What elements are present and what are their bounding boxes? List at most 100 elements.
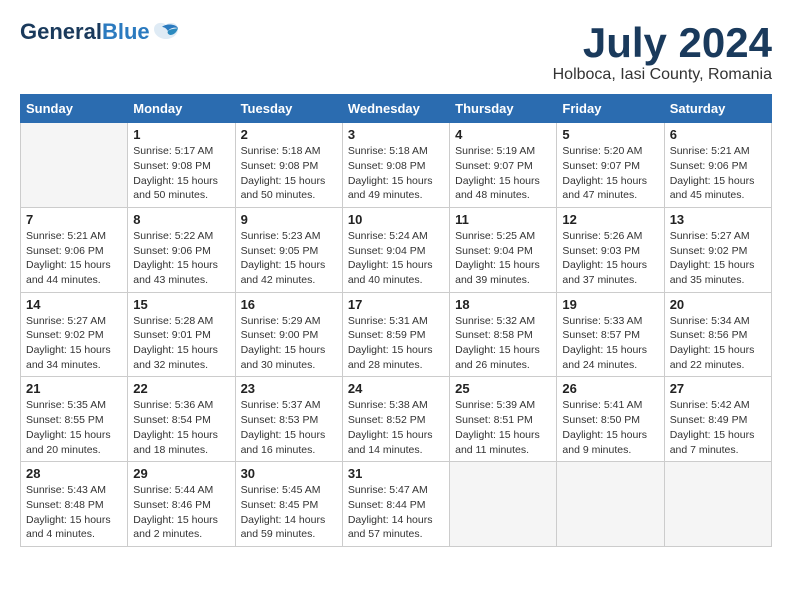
cell-info: Sunrise: 5:26 AMSunset: 9:03 PMDaylight:… — [562, 229, 658, 288]
calendar-cell: 14 Sunrise: 5:27 AMSunset: 9:02 PMDayligh… — [21, 292, 128, 377]
calendar-cell: 17 Sunrise: 5:31 AMSunset: 8:59 PMDayligh… — [342, 292, 449, 377]
calendar-cell: 6 Sunrise: 5:21 AMSunset: 9:06 PMDaylight… — [664, 123, 771, 208]
cell-info: Sunrise: 5:27 AMSunset: 9:02 PMDaylight:… — [26, 314, 122, 373]
calendar-cell: 9Sunrise: 5:23 AMSunset: 9:05 PMDaylight… — [235, 207, 342, 292]
cell-info: Sunrise: 5:18 AMSunset: 9:08 PMDaylight:… — [241, 144, 337, 203]
calendar-cell — [21, 123, 128, 208]
cell-info: Sunrise: 5:19 AMSunset: 9:07 PMDaylight:… — [455, 144, 551, 203]
main-title: July 2024 — [553, 20, 772, 66]
cell-info: Sunrise: 5:37 AMSunset: 8:53 PMDaylight:… — [241, 398, 337, 457]
calendar-cell: 19 Sunrise: 5:33 AMSunset: 8:57 PMDayligh… — [557, 292, 664, 377]
date-number: 19 — [562, 297, 658, 312]
calendar-cell: 22 Sunrise: 5:36 AMSunset: 8:54 PMDayligh… — [128, 377, 235, 462]
cell-info: Sunrise: 5:35 AMSunset: 8:55 PMDaylight:… — [26, 398, 122, 457]
date-number: 8 — [133, 212, 229, 227]
date-number: 1 — [133, 127, 229, 142]
date-number: 26 — [562, 381, 658, 396]
calendar-body: 1 Sunrise: 5:17 AMSunset: 9:08 PMDaylight… — [21, 123, 772, 547]
date-number: 12 — [562, 212, 658, 227]
day-header-friday: Friday — [557, 95, 664, 123]
calendar-cell: 4 Sunrise: 5:19 AMSunset: 9:07 PMDaylight… — [450, 123, 557, 208]
cell-info: Sunrise: 5:42 AMSunset: 8:49 PMDaylight:… — [670, 398, 766, 457]
calendar-cell — [557, 462, 664, 547]
date-number: 24 — [348, 381, 444, 396]
date-number: 25 — [455, 381, 551, 396]
cell-info: Sunrise: 5:44 AMSunset: 8:46 PMDaylight:… — [133, 483, 229, 542]
date-number: 9 — [241, 212, 337, 227]
calendar-cell: 24 Sunrise: 5:38 AMSunset: 8:52 PMDayligh… — [342, 377, 449, 462]
date-number: 10 — [348, 212, 444, 227]
header-row: SundayMondayTuesdayWednesdayThursdayFrid… — [21, 95, 772, 123]
date-number: 27 — [670, 381, 766, 396]
calendar-cell: 18Sunrise: 5:32 AMSunset: 8:58 PMDayligh… — [450, 292, 557, 377]
calendar-cell: 11Sunrise: 5:25 AMSunset: 9:04 PMDayligh… — [450, 207, 557, 292]
cell-info: Sunrise: 5:22 AMSunset: 9:06 PMDaylight:… — [133, 229, 229, 288]
week-row-1: 1 Sunrise: 5:17 AMSunset: 9:08 PMDaylight… — [21, 123, 772, 208]
week-row-4: 21Sunrise: 5:35 AMSunset: 8:55 PMDayligh… — [21, 377, 772, 462]
calendar-cell: 12 Sunrise: 5:26 AMSunset: 9:03 PMDayligh… — [557, 207, 664, 292]
calendar-cell: 28Sunrise: 5:43 AMSunset: 8:48 PMDayligh… — [21, 462, 128, 547]
calendar-cell: 27 Sunrise: 5:42 AMSunset: 8:49 PMDayligh… — [664, 377, 771, 462]
cell-info: Sunrise: 5:21 AMSunset: 9:06 PMDaylight:… — [26, 229, 122, 288]
date-number: 16 — [241, 297, 337, 312]
cell-info: Sunrise: 5:27 AMSunset: 9:02 PMDaylight:… — [670, 229, 766, 288]
date-number: 17 — [348, 297, 444, 312]
cell-info: Sunrise: 5:39 AMSunset: 8:51 PMDaylight:… — [455, 398, 551, 457]
calendar-cell: 15 Sunrise: 5:28 AMSunset: 9:01 PMDayligh… — [128, 292, 235, 377]
cell-info: Sunrise: 5:45 AMSunset: 8:45 PMDaylight:… — [241, 483, 337, 542]
date-number: 11 — [455, 212, 551, 227]
day-header-saturday: Saturday — [664, 95, 771, 123]
calendar-cell: 10 Sunrise: 5:24 AMSunset: 9:04 PMDayligh… — [342, 207, 449, 292]
date-number: 5 — [562, 127, 658, 142]
date-number: 30 — [241, 466, 337, 481]
date-number: 22 — [133, 381, 229, 396]
date-number: 23 — [241, 381, 337, 396]
calendar-header: SundayMondayTuesdayWednesdayThursdayFrid… — [21, 95, 772, 123]
page-header: GeneralBlue July 2024 Holboca, Iasi Coun… — [20, 20, 772, 84]
date-number: 4 — [455, 127, 551, 142]
calendar-cell: 21Sunrise: 5:35 AMSunset: 8:55 PMDayligh… — [21, 377, 128, 462]
date-number: 7 — [26, 212, 122, 227]
week-row-2: 7 Sunrise: 5:21 AMSunset: 9:06 PMDaylight… — [21, 207, 772, 292]
week-row-3: 14 Sunrise: 5:27 AMSunset: 9:02 PMDayligh… — [21, 292, 772, 377]
calendar-cell: 31 Sunrise: 5:47 AMSunset: 8:44 PMDayligh… — [342, 462, 449, 547]
date-number: 3 — [348, 127, 444, 142]
cell-info: Sunrise: 5:47 AMSunset: 8:44 PMDaylight:… — [348, 483, 444, 542]
cell-info: Sunrise: 5:20 AMSunset: 9:07 PMDaylight:… — [562, 144, 658, 203]
cell-info: Sunrise: 5:28 AMSunset: 9:01 PMDaylight:… — [133, 314, 229, 373]
logo-bird-icon — [152, 21, 180, 43]
cell-info: Sunrise: 5:18 AMSunset: 9:08 PMDaylight:… — [348, 144, 444, 203]
cell-info: Sunrise: 5:41 AMSunset: 8:50 PMDaylight:… — [562, 398, 658, 457]
cell-info: Sunrise: 5:33 AMSunset: 8:57 PMDaylight:… — [562, 314, 658, 373]
day-header-wednesday: Wednesday — [342, 95, 449, 123]
calendar-cell: 1 Sunrise: 5:17 AMSunset: 9:08 PMDaylight… — [128, 123, 235, 208]
cell-info: Sunrise: 5:24 AMSunset: 9:04 PMDaylight:… — [348, 229, 444, 288]
date-number: 6 — [670, 127, 766, 142]
week-row-5: 28Sunrise: 5:43 AMSunset: 8:48 PMDayligh… — [21, 462, 772, 547]
calendar-cell: 5 Sunrise: 5:20 AMSunset: 9:07 PMDaylight… — [557, 123, 664, 208]
calendar-cell: 13 Sunrise: 5:27 AMSunset: 9:02 PMDayligh… — [664, 207, 771, 292]
calendar-cell: 7 Sunrise: 5:21 AMSunset: 9:06 PMDaylight… — [21, 207, 128, 292]
date-number: 31 — [348, 466, 444, 481]
day-header-tuesday: Tuesday — [235, 95, 342, 123]
date-number: 13 — [670, 212, 766, 227]
cell-info: Sunrise: 5:21 AMSunset: 9:06 PMDaylight:… — [670, 144, 766, 203]
calendar-cell: 29 Sunrise: 5:44 AMSunset: 8:46 PMDayligh… — [128, 462, 235, 547]
cell-info: Sunrise: 5:43 AMSunset: 8:48 PMDaylight:… — [26, 483, 122, 542]
date-number: 14 — [26, 297, 122, 312]
calendar-cell: 23 Sunrise: 5:37 AMSunset: 8:53 PMDayligh… — [235, 377, 342, 462]
calendar-cell: 20Sunrise: 5:34 AMSunset: 8:56 PMDayligh… — [664, 292, 771, 377]
title-block: July 2024 Holboca, Iasi County, Romania — [553, 20, 772, 84]
calendar-cell: 16Sunrise: 5:29 AMSunset: 9:00 PMDayligh… — [235, 292, 342, 377]
calendar-cell: 2Sunrise: 5:18 AMSunset: 9:08 PMDaylight… — [235, 123, 342, 208]
cell-info: Sunrise: 5:36 AMSunset: 8:54 PMDaylight:… — [133, 398, 229, 457]
cell-info: Sunrise: 5:31 AMSunset: 8:59 PMDaylight:… — [348, 314, 444, 373]
cell-info: Sunrise: 5:17 AMSunset: 9:08 PMDaylight:… — [133, 144, 229, 203]
logo-text: GeneralBlue — [20, 20, 150, 44]
day-header-thursday: Thursday — [450, 95, 557, 123]
date-number: 15 — [133, 297, 229, 312]
calendar-cell: 25 Sunrise: 5:39 AMSunset: 8:51 PMDayligh… — [450, 377, 557, 462]
cell-info: Sunrise: 5:38 AMSunset: 8:52 PMDaylight:… — [348, 398, 444, 457]
calendar-cell: 30 Sunrise: 5:45 AMSunset: 8:45 PMDayligh… — [235, 462, 342, 547]
date-number: 29 — [133, 466, 229, 481]
